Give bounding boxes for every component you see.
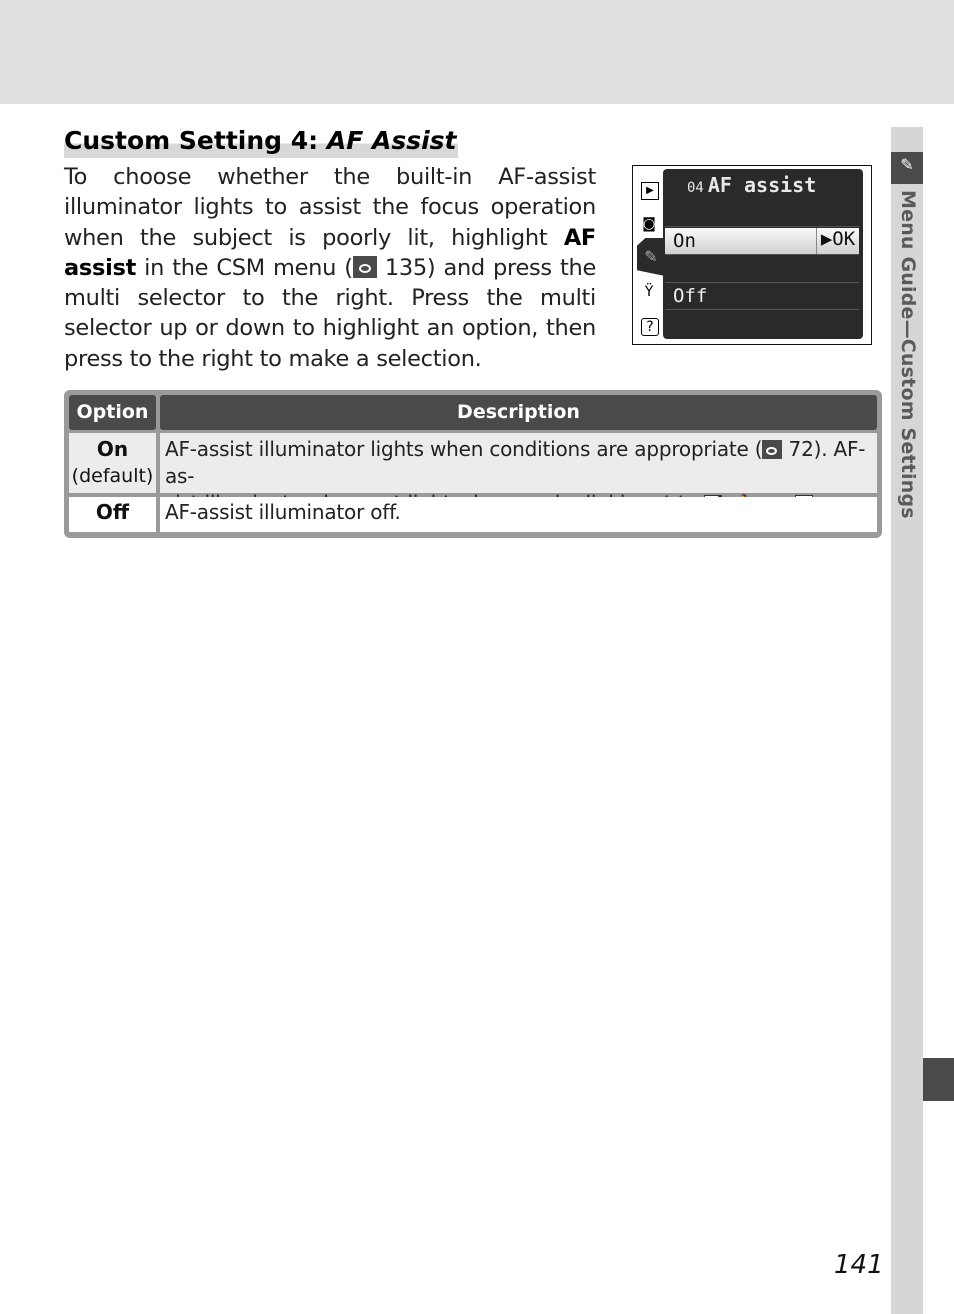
pencil-icon: ✎ — [637, 238, 665, 276]
help-icon: ? — [641, 318, 659, 336]
camera-menu-sidebar: ▶ ◙ ✎ Ÿ ? — [633, 166, 665, 344]
camera-menu-panel: 04 AF assist On ▶OK Off — [663, 169, 863, 339]
camera-menu-screenshot: ▶ ◙ ✎ Ÿ ? 04 AF assist On ▶OK Off — [632, 165, 872, 345]
wrench-icon: Ÿ — [644, 284, 654, 300]
ok-indicator: ▶OK — [816, 228, 859, 254]
camera-menu-blank-row — [665, 200, 859, 227]
intro-text-2: in the CSM menu ( — [136, 254, 353, 281]
page-reference-icon — [762, 440, 783, 459]
options-table: Option Description On (default) AF-assis… — [64, 390, 882, 538]
camera-menu-option-on[interactable]: On ▶OK — [665, 228, 859, 255]
camera-icon: ◙ — [642, 216, 656, 232]
menu-number: 04 — [687, 180, 704, 196]
playback-icon: ▶ — [641, 182, 659, 200]
page-number: 141 — [834, 1250, 884, 1280]
header-option: Option — [69, 395, 156, 430]
menu-title: AF assist — [707, 173, 817, 197]
intro-paragraph: To choose whether the built-in AF-assist… — [64, 162, 596, 374]
table-row-on-option: On (default) — [69, 433, 156, 493]
header-description: Description — [160, 395, 877, 430]
table-row-off-description: AF-assist illuminator off. — [160, 497, 877, 532]
custom-settings-pencil-icon: ✎ — [891, 152, 923, 184]
intro-text-1: To choose whether the built-in AF-assist… — [64, 164, 596, 251]
title-setting-name: AF Assist — [326, 126, 457, 155]
camera-menu-option-off[interactable]: Off — [665, 283, 859, 310]
page-title: Custom Setting 4: AF Assist — [64, 124, 459, 158]
chapter-thumb-tab — [923, 1058, 954, 1101]
camera-menu-blank-row — [665, 256, 859, 283]
header-band — [0, 0, 954, 104]
option-label: Off — [673, 285, 708, 307]
table-row-off-option: Off — [69, 497, 156, 532]
camera-menu-blank-row — [665, 311, 859, 337]
option-name: On — [96, 437, 129, 461]
title-prefix: Custom Setting 4: — [64, 126, 327, 155]
camera-menu-title: 04 AF assist — [687, 173, 816, 197]
option-label: On — [673, 230, 696, 252]
table-row-on-description: AF-assist illuminator lights when condit… — [160, 433, 877, 515]
option-default-note: (default) — [71, 465, 154, 487]
page-reference-icon — [352, 255, 377, 278]
section-label: Menu Guide—Custom Settings — [897, 190, 919, 519]
desc-text: AF-assist illuminator lights when condit… — [165, 437, 763, 461]
